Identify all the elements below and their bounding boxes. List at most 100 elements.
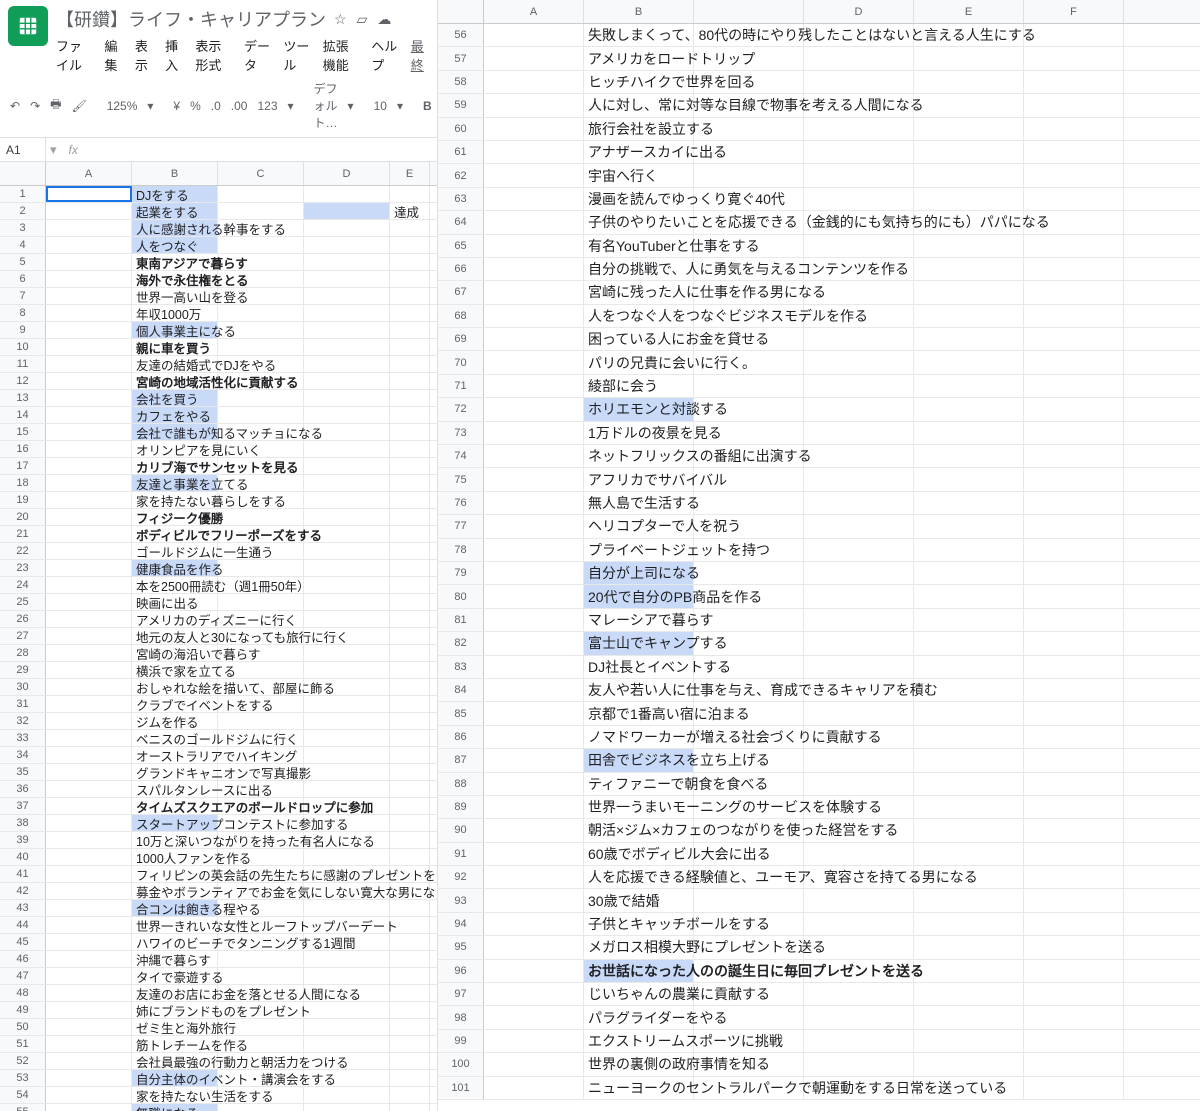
cell[interactable] bbox=[914, 235, 1024, 257]
cell[interactable] bbox=[1024, 913, 1124, 935]
row-header[interactable]: 91 bbox=[438, 843, 484, 865]
row-header[interactable]: 64 bbox=[438, 211, 484, 233]
cell[interactable]: 親に車を買う bbox=[132, 339, 218, 355]
cell[interactable] bbox=[1024, 118, 1124, 140]
cell[interactable]: アフリカでサバイバル bbox=[584, 468, 694, 490]
cell[interactable]: 沖縄で暮らす bbox=[132, 951, 218, 967]
cell[interactable] bbox=[484, 889, 584, 911]
cell[interactable] bbox=[304, 458, 390, 474]
row-header[interactable]: 5 bbox=[0, 254, 46, 270]
row-header[interactable]: 85 bbox=[438, 702, 484, 724]
cell[interactable] bbox=[914, 328, 1024, 350]
cell[interactable] bbox=[1024, 422, 1124, 444]
cell[interactable] bbox=[304, 288, 390, 304]
cell[interactable] bbox=[484, 24, 584, 46]
cell[interactable] bbox=[390, 900, 430, 916]
cell[interactable]: 子供とキャッチボールをする bbox=[584, 913, 694, 935]
cell[interactable]: 人に対し、常に対等な目線で物事を考える人間になる bbox=[584, 94, 694, 116]
cell[interactable] bbox=[914, 188, 1024, 210]
cell[interactable] bbox=[1024, 398, 1124, 420]
row-header[interactable]: 24 bbox=[0, 577, 46, 593]
cell[interactable] bbox=[914, 632, 1024, 654]
row-header[interactable]: 82 bbox=[438, 632, 484, 654]
row-header[interactable]: 78 bbox=[438, 539, 484, 561]
cell[interactable]: 横浜で家を立てる bbox=[132, 662, 218, 678]
cell[interactable] bbox=[390, 730, 430, 746]
cell[interactable] bbox=[1024, 1053, 1124, 1075]
cell[interactable] bbox=[304, 254, 390, 270]
cell[interactable]: 友人や若い人に仕事を与え、育成できるキャリアを積む bbox=[584, 679, 694, 701]
cell[interactable] bbox=[484, 305, 584, 327]
row-header[interactable]: 23 bbox=[0, 560, 46, 576]
cell[interactable] bbox=[46, 424, 132, 440]
cell[interactable] bbox=[694, 889, 804, 911]
row-header[interactable]: 77 bbox=[438, 515, 484, 537]
row-header[interactable]: 12 bbox=[0, 373, 46, 389]
cell[interactable] bbox=[218, 713, 304, 729]
row-header[interactable]: 2 bbox=[0, 203, 46, 219]
font-select[interactable]: デフォルト… bbox=[314, 80, 338, 131]
cell[interactable] bbox=[304, 713, 390, 729]
cell[interactable] bbox=[1024, 726, 1124, 748]
cell[interactable] bbox=[46, 713, 132, 729]
row-header[interactable]: 52 bbox=[0, 1053, 46, 1069]
row-header[interactable]: 44 bbox=[0, 917, 46, 933]
row-header[interactable]: 73 bbox=[438, 422, 484, 444]
cell[interactable] bbox=[46, 951, 132, 967]
cell[interactable] bbox=[46, 815, 132, 831]
cell[interactable] bbox=[914, 422, 1024, 444]
cell[interactable] bbox=[46, 288, 132, 304]
cell[interactable]: 綾部に会う bbox=[584, 375, 694, 397]
row-header[interactable]: 86 bbox=[438, 726, 484, 748]
cell[interactable] bbox=[1024, 632, 1124, 654]
cell[interactable] bbox=[914, 726, 1024, 748]
menu-insert[interactable]: 挿入 bbox=[165, 36, 183, 74]
cell[interactable] bbox=[484, 960, 584, 982]
row-header[interactable]: 57 bbox=[438, 47, 484, 69]
cell[interactable] bbox=[218, 509, 304, 525]
cell[interactable] bbox=[390, 288, 430, 304]
cell[interactable] bbox=[46, 730, 132, 746]
row-header[interactable]: 4 bbox=[0, 237, 46, 253]
cell[interactable] bbox=[914, 468, 1024, 490]
cell[interactable] bbox=[1024, 47, 1124, 69]
cell[interactable] bbox=[484, 749, 584, 771]
cell[interactable] bbox=[46, 968, 132, 984]
cell[interactable] bbox=[304, 1104, 390, 1111]
cell[interactable] bbox=[390, 543, 430, 559]
namebox-chevron-icon[interactable]: ▾ bbox=[46, 142, 61, 158]
cell[interactable] bbox=[46, 662, 132, 678]
row-header[interactable]: 19 bbox=[0, 492, 46, 508]
cell[interactable] bbox=[484, 1053, 584, 1075]
row-header[interactable]: 9 bbox=[0, 322, 46, 338]
cell[interactable] bbox=[484, 702, 584, 724]
row-header[interactable]: 51 bbox=[0, 1036, 46, 1052]
cell[interactable] bbox=[484, 445, 584, 467]
row-header[interactable]: 87 bbox=[438, 749, 484, 771]
row-header[interactable]: 34 bbox=[0, 747, 46, 763]
row-header[interactable]: 13 bbox=[0, 390, 46, 406]
cell[interactable] bbox=[304, 968, 390, 984]
folder-icon[interactable]: ▱ bbox=[357, 11, 368, 28]
cell[interactable] bbox=[804, 71, 914, 93]
more-formats-button[interactable]: 123 bbox=[257, 99, 277, 113]
row-header[interactable]: 40 bbox=[0, 849, 46, 865]
cell[interactable]: 本を2500冊読む（週1冊50年） bbox=[132, 577, 218, 593]
row-header[interactable]: 8 bbox=[0, 305, 46, 321]
row-header[interactable]: 97 bbox=[438, 983, 484, 1005]
cell[interactable] bbox=[46, 237, 132, 253]
cell[interactable]: 旅行会社を設立する bbox=[584, 118, 694, 140]
row-header[interactable]: 93 bbox=[438, 889, 484, 911]
grid-left[interactable]: 1DJをする2起業をする達成3人に感謝される幹事をする4人をつなぐ5東南アジアで… bbox=[0, 186, 437, 1111]
cell[interactable]: スパルタンレースに出る bbox=[132, 781, 218, 797]
cell[interactable] bbox=[390, 390, 430, 406]
col-header-D[interactable]: D bbox=[304, 162, 390, 185]
row-header[interactable]: 67 bbox=[438, 281, 484, 303]
cell[interactable] bbox=[484, 188, 584, 210]
cell[interactable] bbox=[1024, 796, 1124, 818]
cell[interactable] bbox=[46, 560, 132, 576]
cell[interactable] bbox=[46, 458, 132, 474]
cell[interactable]: オリンピアを見にいく bbox=[132, 441, 218, 457]
cell[interactable] bbox=[1024, 375, 1124, 397]
col-header-E[interactable]: E bbox=[914, 0, 1024, 23]
